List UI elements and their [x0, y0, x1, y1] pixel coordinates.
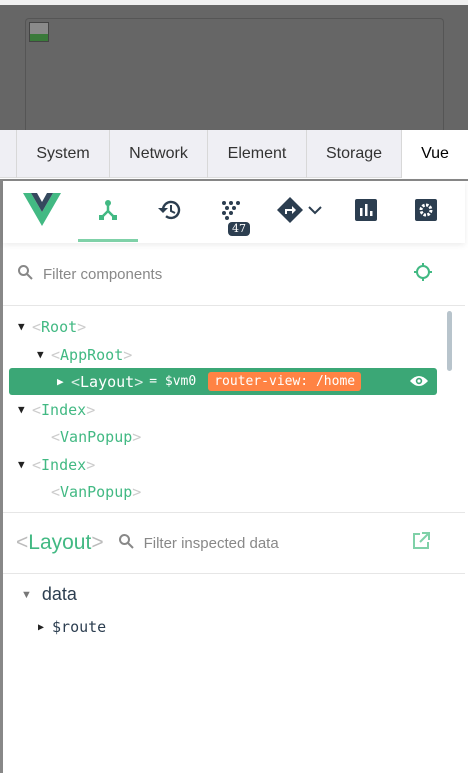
- tree-node-vanpopup[interactable]: < VanPopup >: [9, 423, 437, 450]
- select-component-crosshair-icon[interactable]: [413, 262, 433, 287]
- node-name: Index: [41, 455, 87, 474]
- expand-arrow-icon[interactable]: ▼: [18, 403, 32, 416]
- data-section-header[interactable]: ▼ data: [21, 584, 77, 605]
- expand-arrow-icon[interactable]: ▼: [18, 320, 32, 333]
- toolbar: 47: [3, 181, 465, 243]
- vm-reference: = $vm0: [149, 374, 197, 389]
- routing-icon[interactable]: [275, 195, 305, 225]
- tree-scrollbar[interactable]: [447, 311, 452, 371]
- expand-arrow-icon[interactable]: ▶: [38, 622, 44, 633]
- page-overlay: [0, 5, 468, 138]
- tree-node-root[interactable]: ▼ < Root >: [9, 313, 437, 340]
- collapse-arrow-icon[interactable]: ▼: [21, 589, 32, 601]
- events-count-badge: 47: [228, 222, 250, 236]
- tree-node-approot[interactable]: ▼ < AppRoot >: [9, 341, 437, 368]
- tree-node-layout-selected[interactable]: ▶ < Layout > = $vm0 router-view: /home: [9, 368, 437, 395]
- tab-storage[interactable]: Storage: [306, 130, 401, 178]
- node-name: VanPopup: [60, 482, 133, 501]
- devtools-tabs: System Network Element Storage Vue: [0, 130, 468, 178]
- expand-arrow-icon[interactable]: ▼: [37, 348, 51, 361]
- components-tab-icon[interactable]: [93, 195, 123, 225]
- router-view-tag: router-view: /home: [208, 372, 362, 391]
- node-name: AppRoot: [60, 345, 124, 364]
- broken-image-icon: [29, 22, 49, 42]
- tab-spacer: [0, 130, 16, 177]
- open-in-editor-icon[interactable]: [412, 531, 430, 555]
- vue-logo-icon: [23, 193, 61, 226]
- active-tab-underline: [78, 239, 138, 242]
- eye-icon[interactable]: [409, 374, 429, 392]
- image-frame: [25, 18, 444, 138]
- node-name: Index: [41, 400, 87, 419]
- filter-inspected-data-input[interactable]: [143, 534, 384, 552]
- node-name: Root: [41, 317, 78, 336]
- node-name: Layout: [80, 372, 135, 391]
- performance-chart-icon[interactable]: [351, 195, 381, 225]
- tab-element[interactable]: Element: [207, 130, 306, 178]
- settings-gear-icon[interactable]: [411, 195, 441, 225]
- inspected-component-name: <Layout>: [16, 531, 104, 554]
- data-key-route[interactable]: ▶ $route: [38, 618, 106, 636]
- tab-vue[interactable]: Vue: [401, 130, 468, 178]
- search-icon: [17, 264, 33, 285]
- tree-node-index[interactable]: ▼ < Index >: [9, 396, 437, 423]
- expand-arrow-icon[interactable]: ▼: [18, 458, 32, 471]
- tree-node-vanpopup[interactable]: < VanPopup >: [9, 478, 437, 505]
- search-icon: [118, 533, 134, 554]
- tab-system[interactable]: System: [16, 130, 109, 178]
- tab-network[interactable]: Network: [109, 130, 207, 178]
- component-tree: ▼ < Root > ▼ < AppRoot > ▶ < Layout > = $vm0 router…: [3, 307, 465, 512]
- chevron-down-icon[interactable]: [304, 195, 326, 225]
- events-icon[interactable]: [216, 195, 246, 225]
- node-name: VanPopup: [60, 427, 133, 446]
- component-filter-bar: [3, 243, 465, 306]
- tree-node-index[interactable]: ▼ < Index >: [9, 451, 437, 478]
- filter-components-input[interactable]: [43, 265, 383, 283]
- timeline-history-icon[interactable]: [155, 195, 185, 225]
- inspector-header: <Layout>: [3, 512, 465, 574]
- expand-arrow-icon[interactable]: ▶: [57, 375, 71, 388]
- vue-devtools-panel: 47 ▼<Root> ▼<AppRoot> ▶<Layout>= $vm0rou…: [0, 179, 468, 773]
